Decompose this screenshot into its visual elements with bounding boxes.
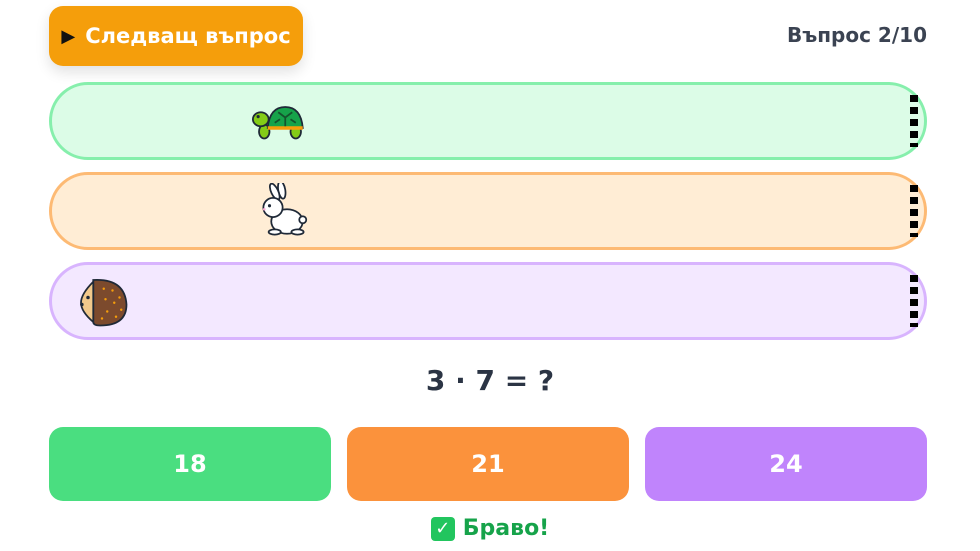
finish-line xyxy=(910,185,918,237)
answer-button-1[interactable]: 18 xyxy=(49,427,331,501)
race-lane-turtle xyxy=(49,82,927,160)
checkmark-icon: ✓ xyxy=(430,516,455,541)
feedback-text: Браво! xyxy=(462,516,550,541)
finish-line xyxy=(910,275,918,327)
answer-button-3[interactable]: 24 xyxy=(645,427,927,501)
next-question-button[interactable]: ▶ Следващ въпрос xyxy=(49,6,303,66)
race-lane-hedgehog xyxy=(49,262,927,340)
feedback-message: ✓ Браво! xyxy=(0,516,980,541)
next-question-label: Следващ въпрос xyxy=(85,24,291,48)
hedgehog-icon xyxy=(80,279,128,327)
question-text: 3 · 7 = ? xyxy=(425,364,555,397)
rabbit-icon xyxy=(262,183,308,236)
race-lane-rabbit xyxy=(49,172,927,250)
turtle-icon xyxy=(252,106,304,140)
question-counter: Въпрос 2/10 xyxy=(786,23,927,47)
answer-button-2[interactable]: 21 xyxy=(347,427,629,501)
play-icon: ▶ xyxy=(61,25,76,47)
finish-line xyxy=(910,95,918,147)
